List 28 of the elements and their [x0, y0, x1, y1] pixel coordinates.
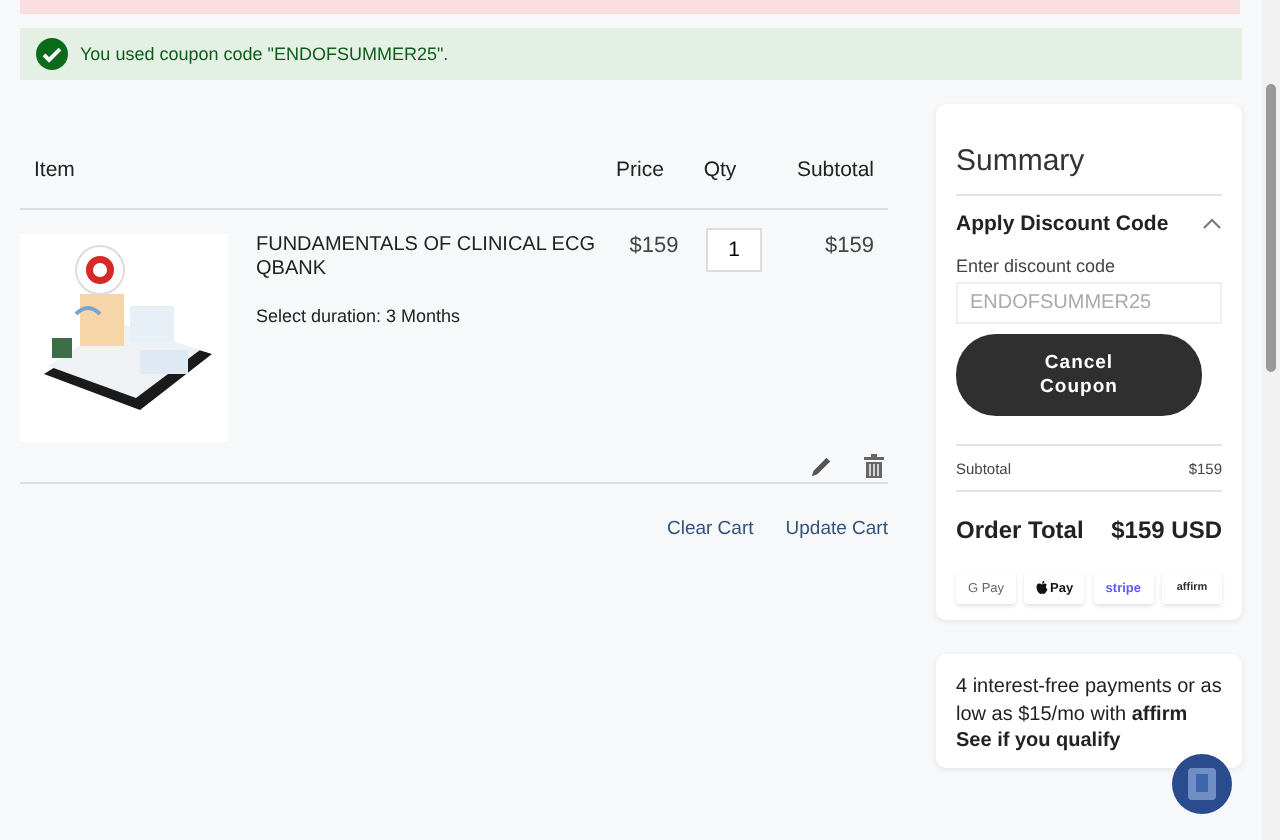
summary-title: Summary — [956, 144, 1222, 196]
checkmark-icon — [36, 38, 68, 70]
column-header: Item — [32, 158, 77, 182]
trash-icon[interactable] — [864, 454, 884, 478]
alert-message: You used coupon code "ENDOFSUMMER25". — [80, 44, 449, 64]
column-header: Price — [614, 158, 666, 182]
qualify-link[interactable]: See if you qualify — [956, 730, 1222, 752]
column-header: Qty — [701, 158, 739, 182]
document-icon — [1188, 768, 1216, 800]
scrollbar[interactable] — [1262, 0, 1280, 840]
field-label: Enter discount code — [956, 256, 1118, 276]
column-header: Subtotal — [794, 158, 876, 182]
subtotal-text: $159 — [823, 234, 876, 262]
quantity-field[interactable]: 1 — [706, 228, 762, 272]
cancel-coupon-button[interactable]: Cancel Coupon — [956, 334, 1202, 416]
chevron-icon[interactable] — [1202, 218, 1222, 230]
cart-action-link[interactable]: Update Cart — [785, 518, 888, 540]
product-name[interactable]: FUNDAMENTALS OF CLINICAL ECG QBANK — [256, 234, 616, 282]
discount-heading[interactable]: Apply Discount Code — [956, 212, 1169, 236]
affirm-promo-text: 4 interest-free payments or as low as $15/mo with affirm — [956, 674, 1222, 730]
cart-action-link[interactable]: Clear Cart — [666, 518, 754, 540]
order-total-label: Order Total — [956, 516, 1084, 544]
product-option: Select duration: 3 Months — [256, 306, 616, 326]
order-total-value: $159 USD — [1111, 516, 1222, 544]
price-text: $159 — [627, 234, 681, 262]
pencil-icon[interactable] — [810, 455, 832, 477]
discount-code-field[interactable]: ENDOFSUMMER25 — [956, 282, 1222, 324]
chat-button[interactable] — [1172, 754, 1232, 814]
